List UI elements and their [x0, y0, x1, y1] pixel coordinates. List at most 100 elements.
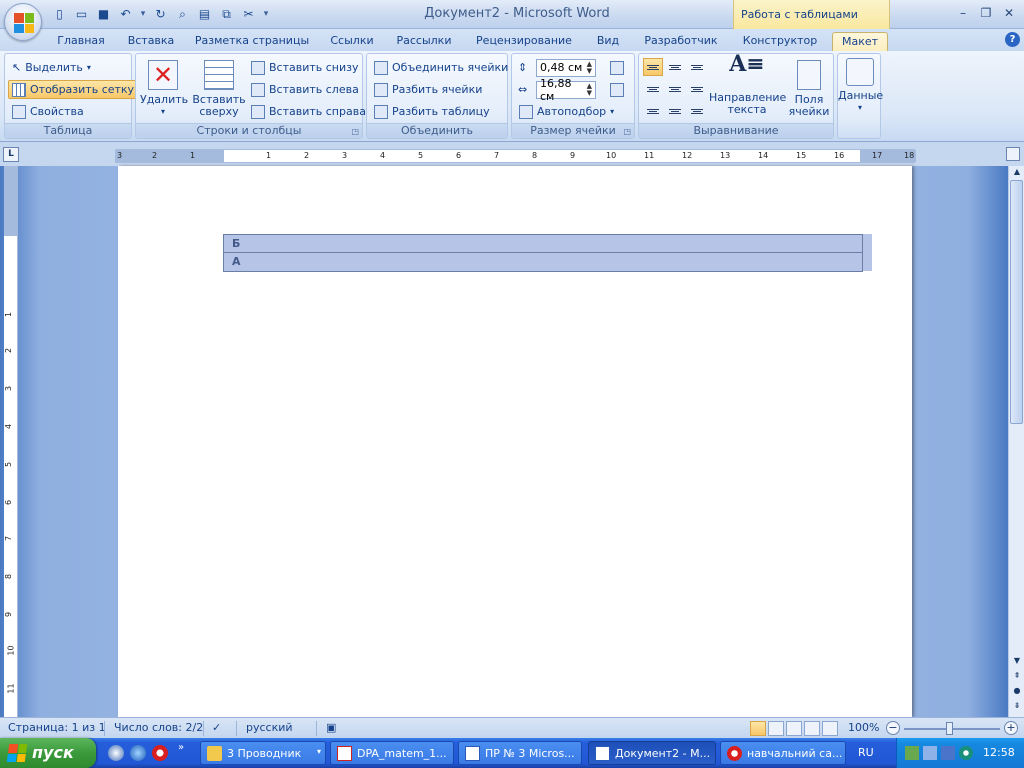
taskbar-item-opera[interactable]: навчальний са...	[720, 741, 846, 765]
autofit-button[interactable]: Автоподбор ▾	[516, 102, 617, 121]
view-ruler-icon[interactable]	[1006, 147, 1020, 161]
table-row[interactable]: Б	[223, 234, 872, 253]
tab-developer[interactable]: Разработчик	[640, 32, 722, 51]
align-bottom-left-icon[interactable]	[643, 102, 663, 120]
text-direction-button[interactable]: A≡ Направление текста	[709, 53, 786, 116]
tab-page-layout[interactable]: Разметка страницы	[194, 32, 310, 51]
display-icon[interactable]	[941, 746, 955, 760]
desktop-icon[interactable]	[108, 745, 124, 761]
previous-page-icon[interactable]: ⇞	[1011, 671, 1023, 683]
office-button[interactable]	[4, 3, 42, 41]
undo-dropdown-icon[interactable]: ▾	[138, 5, 148, 23]
redo-icon[interactable]: ↻	[151, 5, 170, 23]
language-indicator[interactable]: русский	[246, 721, 293, 734]
merge-cells-button[interactable]: Объединить ячейки	[371, 58, 511, 77]
opera-icon[interactable]	[152, 745, 168, 761]
open-icon[interactable]: ▭	[72, 5, 91, 23]
customize-icon[interactable]: ▾	[261, 5, 271, 23]
zoom-in-icon[interactable]: +	[1004, 721, 1018, 735]
start-button[interactable]: пуск	[0, 738, 96, 768]
select-button[interactable]: ↖ Выделить ▾	[9, 58, 94, 77]
insert-above-button[interactable]: Вставить сверху	[192, 60, 246, 118]
tab-view[interactable]: Вид	[592, 32, 624, 51]
outline-view-icon[interactable]	[804, 721, 820, 736]
tab-insert[interactable]: Вставка	[122, 32, 180, 51]
spinner-icon[interactable]: ▲ ▼	[587, 60, 592, 75]
cell-margins-button[interactable]: Поля ячейки	[787, 60, 831, 118]
show-grid-button[interactable]: Отобразить сетку	[8, 80, 139, 99]
document-page[interactable]: Б А	[118, 166, 912, 717]
insert-below-button[interactable]: Вставить снизу	[248, 58, 362, 77]
new-document-icon[interactable]: ▯	[50, 5, 69, 23]
align-top-center-icon[interactable]	[665, 58, 685, 76]
macro-record-icon[interactable]: ▣	[326, 721, 336, 734]
scroll-thumb[interactable]	[1010, 180, 1023, 424]
row-height-input[interactable]: 0,48 см ▲ ▼	[536, 58, 596, 77]
column-width-input[interactable]: 16,88 см ▲ ▼	[536, 77, 596, 103]
scroll-down-icon[interactable]: ▼	[1011, 656, 1023, 668]
internet-explorer-icon[interactable]	[130, 745, 146, 761]
distribute-rows-button[interactable]	[610, 58, 624, 77]
next-page-icon[interactable]: ⇟	[1011, 701, 1023, 713]
dialog-launcher-icon[interactable]: ◳	[623, 127, 631, 136]
monitor-icon[interactable]	[923, 746, 937, 760]
align-bottom-right-icon[interactable]	[687, 102, 707, 120]
tab-mailings[interactable]: Рассылки	[392, 32, 456, 51]
scroll-up-icon[interactable]: ▲	[1011, 167, 1023, 179]
zoom-level[interactable]: 100%	[848, 721, 879, 734]
align-top-right-icon[interactable]	[687, 58, 707, 76]
print-layout-view-icon[interactable]	[750, 721, 766, 736]
taskbar-item-word-doc2[interactable]: Документ2 - M...	[588, 741, 716, 765]
input-language[interactable]: RU	[858, 746, 874, 759]
tab-references[interactable]: Ссылки	[326, 32, 378, 51]
browse-object-icon[interactable]: ●	[1011, 686, 1023, 698]
network-icon[interactable]	[905, 746, 919, 760]
print-preview-icon[interactable]: ⌕	[173, 5, 192, 23]
tab-selector-icon[interactable]: L	[3, 147, 19, 162]
data-button[interactable]: Данные ▾	[838, 58, 883, 114]
zoom-out-icon[interactable]: −	[886, 721, 900, 735]
more-quicklaunch-icon[interactable]: »	[178, 742, 188, 753]
clock[interactable]: 12:58	[983, 746, 1015, 759]
page-count[interactable]: Страница: 1 из 1	[8, 721, 106, 734]
horizontal-ruler[interactable]: 3 2 1 1 2 3 4 5 6 7 8 9 10 11 12 13 14 1…	[115, 149, 916, 163]
properties-button[interactable]: Свойства	[9, 102, 87, 121]
align-middle-left-icon[interactable]	[643, 80, 663, 98]
align-bottom-center-icon[interactable]	[665, 102, 685, 120]
vertical-ruler[interactable]: 1 2 3 4 5 6 7 8 9 10 11	[4, 166, 18, 717]
tab-review[interactable]: Рецензирование	[472, 32, 576, 51]
spelling-check-icon[interactable]: ✓	[212, 721, 221, 734]
minimize-button[interactable]: –	[952, 4, 974, 22]
close-button[interactable]: ✕	[998, 4, 1020, 22]
help-icon[interactable]: ?	[1005, 32, 1020, 47]
spinner-icon[interactable]: ▲ ▼	[587, 82, 592, 97]
restore-button[interactable]: ❐	[975, 4, 997, 22]
copy-icon[interactable]: ⧉	[217, 5, 236, 23]
tab-layout[interactable]: Макет	[832, 32, 888, 51]
web-layout-icon[interactable]	[786, 721, 802, 736]
tab-home[interactable]: Главная	[52, 32, 110, 51]
distribute-columns-button[interactable]	[610, 80, 624, 99]
insert-left-button[interactable]: Вставить слева	[248, 80, 362, 99]
align-top-left-icon[interactable]	[643, 58, 663, 76]
taskbar-item-pdf[interactable]: DPA_matem_1...	[330, 741, 454, 765]
vertical-scrollbar[interactable]: ▲ ▼ ⇞ ● ⇟	[1008, 166, 1024, 717]
document-table[interactable]: Б А	[223, 234, 872, 272]
dialog-launcher-icon[interactable]: ◳	[351, 127, 359, 136]
insert-right-button[interactable]: Вставить справа	[248, 102, 369, 121]
undo-icon[interactable]: ↶	[116, 5, 135, 23]
zoom-slider-thumb[interactable]	[946, 722, 953, 735]
split-table-button[interactable]: Разбить таблицу	[371, 102, 493, 121]
taskbar-item-explorer[interactable]: 3 Проводник ▾	[200, 741, 326, 765]
full-screen-reading-icon[interactable]	[768, 721, 784, 736]
align-middle-center-icon[interactable]	[665, 80, 685, 98]
taskbar-item-word-pr3[interactable]: ПР № 3 Micros...	[458, 741, 582, 765]
table-row[interactable]: А	[223, 252, 872, 272]
save-icon[interactable]: ■	[94, 5, 113, 23]
draft-view-icon[interactable]	[822, 721, 838, 736]
split-cells-button[interactable]: Разбить ячейки	[371, 80, 485, 99]
cut-icon[interactable]: ✂	[239, 5, 258, 23]
align-middle-right-icon[interactable]	[687, 80, 707, 98]
word-count[interactable]: Число слов: 2/2	[114, 721, 203, 734]
delete-button[interactable]: ✕ Удалить ▾	[140, 60, 188, 118]
